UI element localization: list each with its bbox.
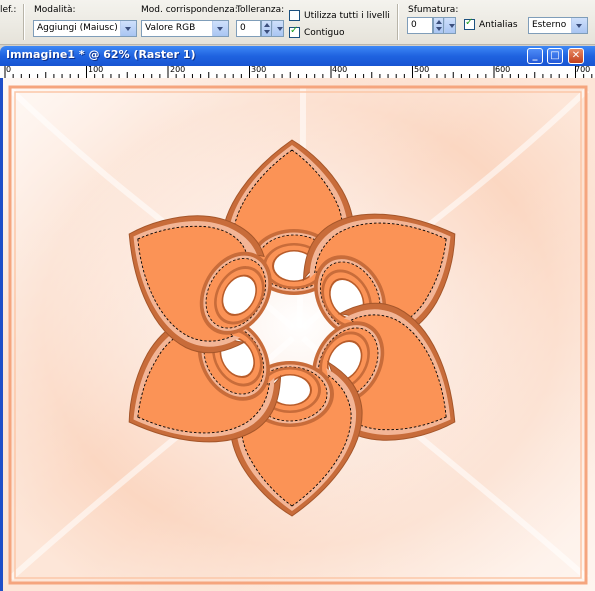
contiguous-checkbox[interactable] <box>289 25 300 38</box>
feather-dropdown[interactable] <box>444 17 456 34</box>
separator <box>23 4 25 40</box>
antialias-checkbox[interactable] <box>464 17 475 30</box>
mode-select[interactable]: Aggiungi (Maiusc) <box>33 20 137 37</box>
match-label: Mod. corrispondenza: <box>141 5 238 15</box>
tolerance-spinner[interactable] <box>261 20 272 37</box>
outside-select[interactable]: Esterno <box>528 17 588 34</box>
chevron-down-icon[interactable] <box>212 21 228 36</box>
chevron-down-icon[interactable] <box>272 21 283 36</box>
tolerance-label: Tolleranza: <box>236 5 285 15</box>
feather-value: 0 <box>411 20 417 30</box>
contiguous-label: Contiguo <box>304 28 345 38</box>
feather-input[interactable]: 0 <box>407 17 433 34</box>
separator <box>397 4 399 40</box>
ruler-label: 500 <box>414 65 430 74</box>
ruler-label: 400 <box>332 65 348 74</box>
ruler-label: 700 <box>575 65 591 74</box>
feather-label: Sfumatura: <box>408 5 459 15</box>
all-layers-label: Utilizza tutti i livelli <box>304 11 390 21</box>
chevron-down-icon[interactable] <box>571 18 587 33</box>
tolerance-dropdown[interactable] <box>272 20 284 37</box>
ruler-label: 300 <box>251 65 267 74</box>
document-title: Immagine1 * @ 62% (Raster 1) <box>6 48 196 61</box>
feather-spinner[interactable] <box>433 17 444 34</box>
chevron-down-icon[interactable] <box>120 21 136 36</box>
match-select[interactable]: Valore RGB <box>141 20 229 37</box>
antialias-label: Antialias <box>479 20 518 30</box>
document-titlebar[interactable]: Immagine1 * @ 62% (Raster 1) _ □ ✕ <box>0 46 595 66</box>
mode-value: Aggiungi (Maiusc) <box>37 23 118 33</box>
minimize-button[interactable]: _ <box>527 48 543 64</box>
chevron-down-icon[interactable] <box>444 18 455 33</box>
mode-label: Modalità: <box>34 5 76 15</box>
ruler-label: 600 <box>495 65 511 74</box>
image-canvas[interactable] <box>3 78 595 591</box>
cut-label: lef.: <box>0 5 17 15</box>
canvas-artwork <box>3 78 595 591</box>
outside-value: Esterno <box>532 20 567 30</box>
all-layers-checkbox[interactable] <box>289 10 300 21</box>
tool-options-bar: lef.: Modalità: Aggiungi (Maiusc) Mod. c… <box>0 0 595 45</box>
ruler-label: 0 <box>6 65 12 74</box>
match-value: Valore RGB <box>145 23 196 33</box>
tolerance-input[interactable]: 0 <box>236 20 261 37</box>
ruler-label: 200 <box>170 65 186 74</box>
maximize-button[interactable]: □ <box>547 48 563 64</box>
close-button[interactable]: ✕ <box>568 48 584 64</box>
tolerance-value: 0 <box>240 23 246 33</box>
ruler-label: 100 <box>88 65 104 74</box>
